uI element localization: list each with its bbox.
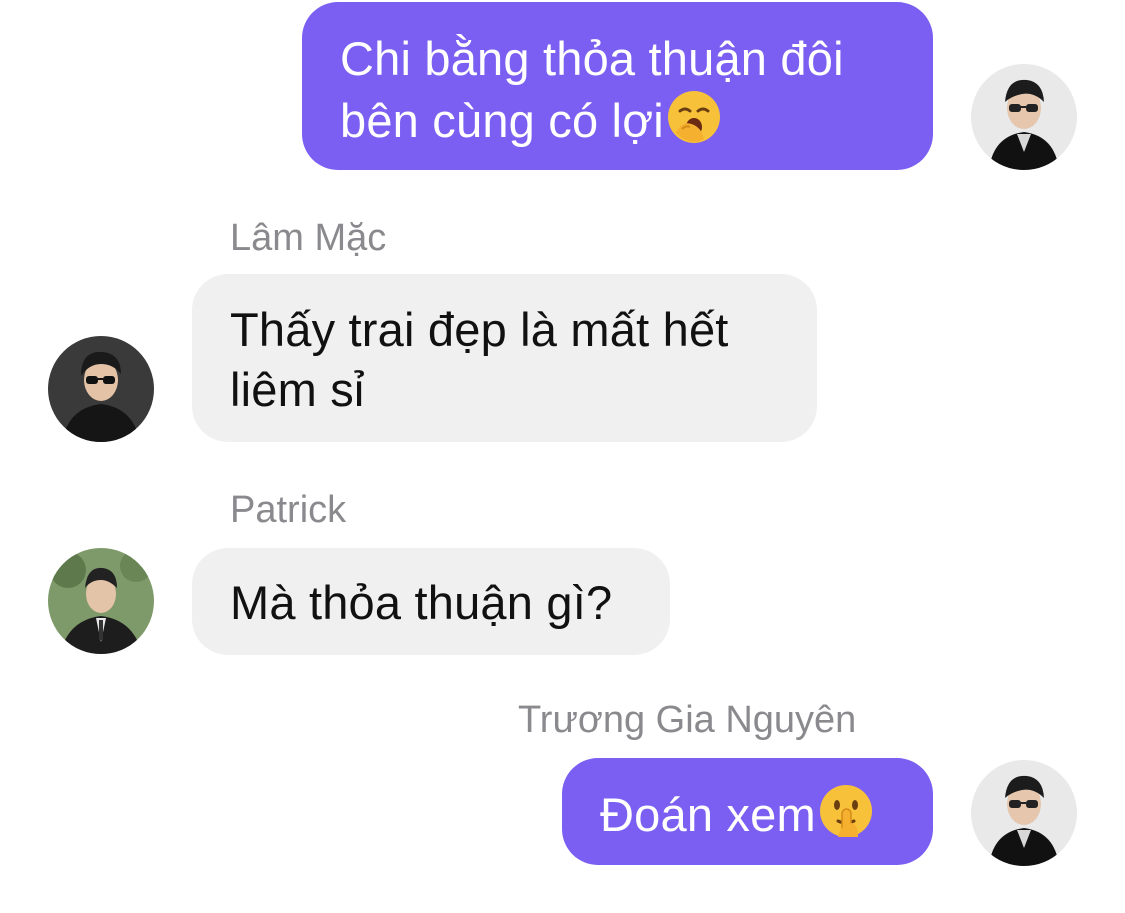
message-text-fragment: bên cùng có lợi [340, 94, 664, 147]
sender-name: Patrick [230, 489, 347, 531]
avatar[interactable] [971, 760, 1077, 866]
message-text-line: liêm sỉ [230, 363, 365, 416]
avatar[interactable] [971, 64, 1077, 170]
message-text-line: Chi bằng thỏa thuận đôi [340, 32, 844, 85]
sender-name: Trương Gia Nguyên [518, 699, 857, 741]
message-text-line: Thấy trai đẹp là mất hết [230, 303, 729, 356]
message-text-fragment: Đoán xem [600, 788, 816, 841]
message-bubble-outgoing[interactable]: Đoán xem [562, 758, 933, 865]
message-bubble-incoming[interactable]: Mà thỏa thuận gì? [192, 548, 670, 655]
yawning-face-icon [666, 89, 722, 145]
message-text-line: Mà thỏa thuận gì? [230, 576, 613, 629]
sender-name: Lâm Mặc [230, 217, 387, 259]
message-text-line: Đoán xem [600, 783, 903, 845]
shushing-face-icon [818, 783, 874, 839]
message-bubble-incoming[interactable]: Thấy trai đẹp là mất hết liêm sỉ [192, 274, 817, 442]
message-text-line: bên cùng có lợi [340, 89, 897, 151]
avatar[interactable] [48, 336, 154, 442]
message-bubble-outgoing[interactable]: Chi bằng thỏa thuận đôi bên cùng có lợi [302, 2, 933, 170]
avatar[interactable] [48, 548, 154, 654]
